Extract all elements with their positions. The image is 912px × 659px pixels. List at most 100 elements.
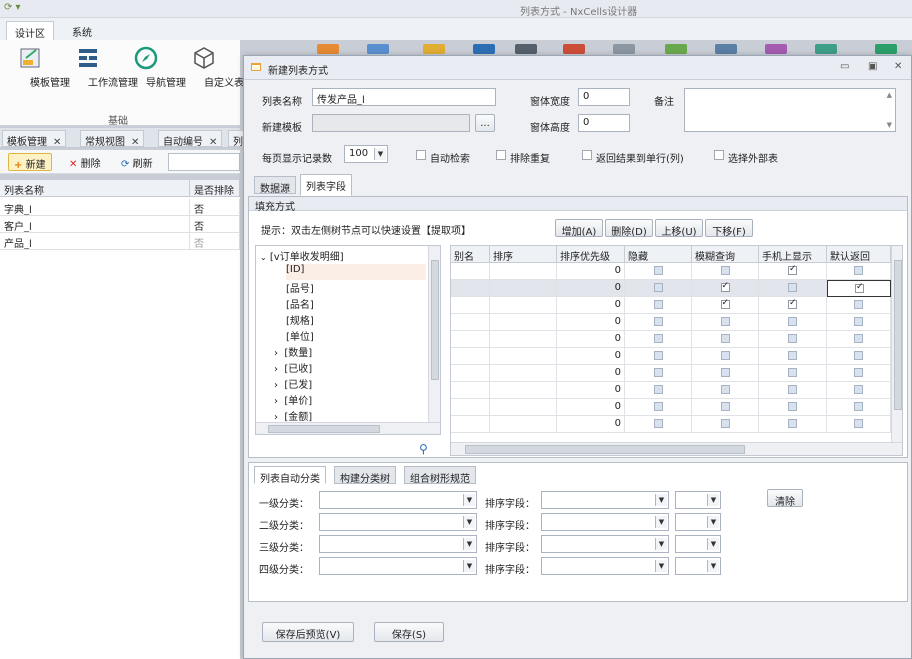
dropdown-icon[interactable]: ▼ [707, 538, 719, 550]
grid-cell[interactable] [625, 382, 692, 399]
grid-cell[interactable] [692, 297, 759, 314]
grid-cell[interactable] [625, 263, 692, 280]
grid-checkbox[interactable] [854, 317, 863, 326]
grid-checkbox[interactable] [720, 419, 730, 428]
grid-cell[interactable]: 0 [557, 331, 625, 348]
grid-checkbox[interactable] [653, 402, 663, 411]
category-select[interactable]: ▼ [319, 557, 477, 575]
grid-cell[interactable] [759, 348, 827, 365]
dropdown-icon[interactable]: ▼ [655, 516, 667, 528]
scroll-thumb[interactable] [465, 445, 745, 454]
grid-cell[interactable] [451, 331, 490, 348]
grid-cell[interactable] [490, 365, 557, 382]
chevron-down-icon[interactable]: ⌄ [260, 253, 267, 262]
grid-checkbox[interactable] [788, 351, 797, 360]
tree-node[interactable]: › [单价] [274, 392, 312, 408]
grid-cell[interactable] [451, 314, 490, 331]
column-header-exclude[interactable]: 是否排除 [190, 180, 240, 197]
save-preview-button[interactable]: 保存后预览(V) [262, 622, 354, 642]
sort-order-select[interactable]: ▼ [675, 557, 721, 575]
grid-cell[interactable] [490, 297, 557, 314]
grid-cell[interactable] [759, 416, 827, 433]
grid-checkbox[interactable] [854, 385, 863, 394]
grid-cell[interactable] [625, 348, 692, 365]
grid-checkbox[interactable] [788, 334, 797, 343]
tree-node[interactable]: [品号] [286, 280, 314, 296]
grid-cell[interactable] [759, 314, 827, 331]
grid-cell[interactable] [692, 314, 759, 331]
new-button[interactable]: + 新建 [8, 153, 52, 171]
grid-checkbox[interactable] [788, 264, 797, 275]
move-down-button[interactable]: 下移(F) [705, 219, 753, 238]
grid-cell[interactable] [490, 314, 557, 331]
grid-cell[interactable]: 0 [557, 348, 625, 365]
close-icon[interactable]: ✕ [209, 137, 217, 148]
browse-button[interactable]: ... [475, 114, 495, 132]
grid-checkbox[interactable] [855, 282, 864, 293]
grid-cell[interactable]: 0 [557, 263, 625, 280]
template-input[interactable] [312, 114, 470, 132]
grid-horizontal-scrollbar[interactable] [451, 442, 902, 455]
grid-cell[interactable] [692, 416, 759, 433]
grid-checkbox[interactable] [788, 385, 797, 394]
close-icon[interactable]: ✕ [131, 137, 139, 148]
dropdown-icon[interactable]: ▼ [655, 560, 667, 572]
sort-field-select[interactable]: ▼ [541, 513, 669, 531]
grid-checkbox[interactable] [720, 266, 730, 275]
grid-checkbox[interactable] [653, 385, 663, 394]
sort-field-select[interactable]: ▼ [541, 491, 669, 509]
grid-cell[interactable] [692, 365, 759, 382]
grid-checkbox[interactable] [653, 334, 663, 343]
column-header-sort-priority[interactable]: 排序优先级 [557, 246, 625, 263]
tree-node[interactable]: › [已收] [274, 360, 312, 376]
move-up-button[interactable]: 上移(U) [655, 219, 703, 238]
grid-cell[interactable] [759, 331, 827, 348]
grid-cell[interactable] [451, 280, 490, 297]
dropdown-icon[interactable]: ▼ [463, 516, 475, 528]
grid-checkbox[interactable] [720, 317, 730, 326]
grid-cell[interactable] [827, 331, 891, 348]
grid-cell[interactable]: 0 [557, 314, 625, 331]
ribbon-tab-system[interactable]: 系统 [64, 21, 100, 40]
column-header-sort[interactable]: 排序 [490, 246, 557, 263]
grid-cell[interactable]: 0 [557, 382, 625, 399]
sort-order-select[interactable]: ▼ [675, 491, 721, 509]
table-cell[interactable]: 否 [190, 216, 240, 233]
sort-order-select[interactable]: ▼ [675, 535, 721, 553]
column-header-list-name[interactable]: 列表名称 [0, 180, 190, 197]
dropdown-icon[interactable]: ▼ [707, 560, 719, 572]
dropdown-icon[interactable]: ▼ [655, 494, 667, 506]
scroll-thumb[interactable] [894, 260, 902, 410]
grid-checkbox[interactable] [653, 283, 663, 292]
grid-cell[interactable] [625, 399, 692, 416]
grid-cell[interactable] [451, 365, 490, 382]
tree-node[interactable]: [ID] [286, 264, 426, 280]
grid-checkbox[interactable] [788, 419, 797, 428]
sort-field-select[interactable]: ▼ [541, 535, 669, 553]
tree-node[interactable]: [单位] [286, 328, 314, 344]
grid-cell[interactable] [692, 331, 759, 348]
column-header-alias[interactable]: 别名 [451, 246, 490, 263]
grid-cell[interactable] [625, 280, 692, 297]
dropdown-icon[interactable]: ▼ [463, 494, 475, 506]
grid-checkbox[interactable] [788, 368, 797, 377]
grid-checkbox[interactable] [788, 283, 797, 292]
delete-field-button[interactable]: 删除(D) [605, 219, 653, 238]
tab-build-category-tree[interactable]: 构建分类树 [334, 466, 396, 485]
grid-cell[interactable] [625, 416, 692, 433]
chevron-right-icon[interactable]: › [274, 364, 278, 375]
grid-cell[interactable]: 0 [557, 416, 625, 433]
grid-cell[interactable] [759, 382, 827, 399]
navigation-manage-button[interactable]: 导航管理 [118, 46, 186, 89]
search-input[interactable] [168, 153, 240, 171]
quick-access-toolbar[interactable]: ⟳ ▾ [4, 2, 21, 13]
sort-field-select[interactable]: ▼ [541, 557, 669, 575]
tree-node[interactable]: › [数量] [274, 344, 312, 360]
grid-cell[interactable] [827, 382, 891, 399]
window-width-input[interactable]: 0 [578, 88, 630, 106]
grid-checkbox[interactable] [653, 300, 663, 309]
grid-checkbox[interactable] [653, 351, 663, 360]
category-select[interactable]: ▼ [319, 535, 477, 553]
column-header-mobile-display[interactable]: 手机上显示 [759, 246, 827, 263]
grid-cell[interactable]: 0 [557, 280, 625, 297]
